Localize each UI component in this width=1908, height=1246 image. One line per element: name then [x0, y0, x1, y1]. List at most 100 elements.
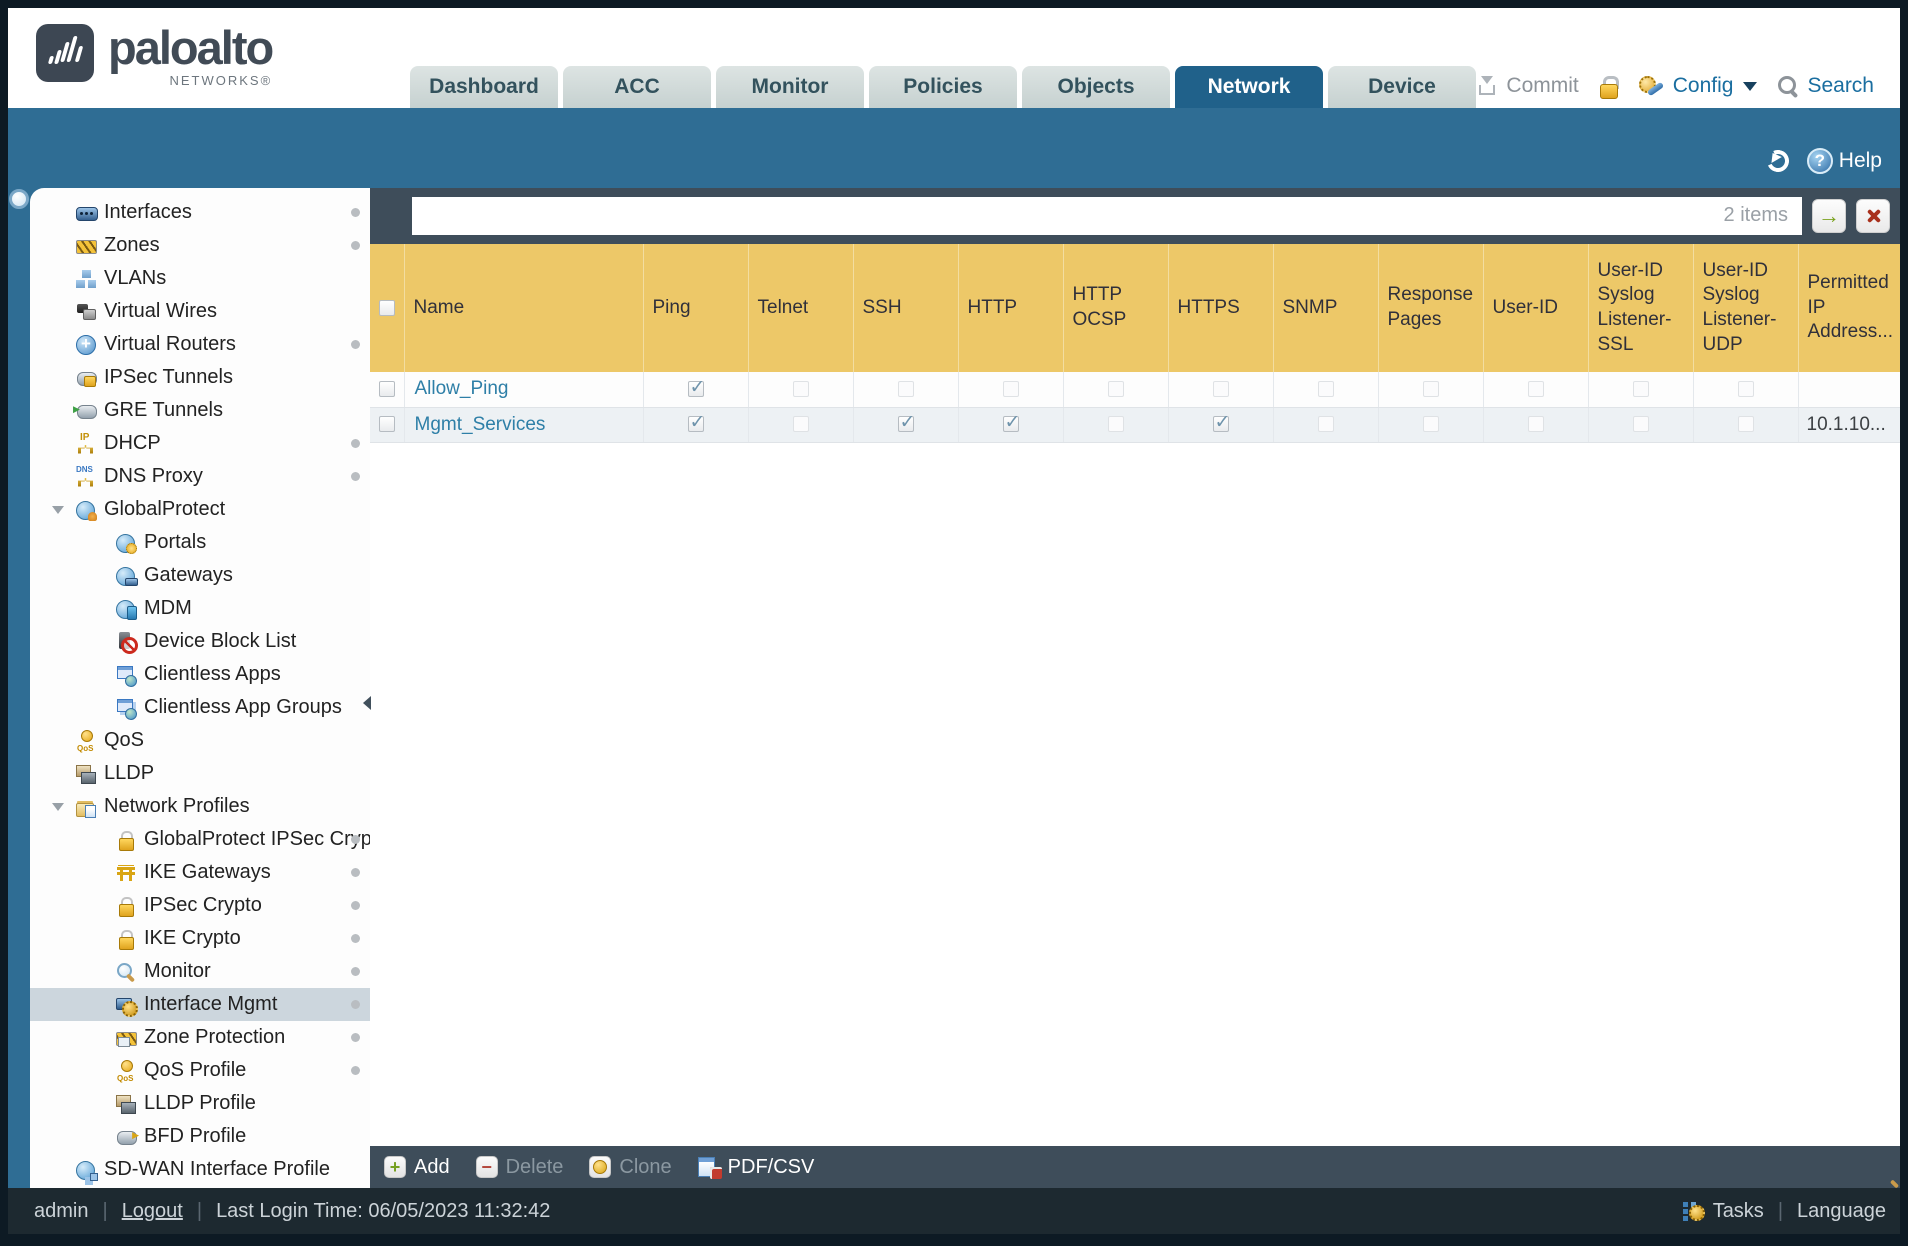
- sidebar-item-qos[interactable]: QoS: [30, 724, 370, 757]
- user-id-checkbox: [1527, 416, 1544, 433]
- left-gutter: [8, 188, 30, 1188]
- sidebar-item-virtual-wires[interactable]: Virtual Wires: [30, 295, 370, 328]
- filter-input[interactable]: [412, 197, 1802, 235]
- sidebar-item-sd-wan-interface-profile[interactable]: SD-WAN Interface Profile: [30, 1153, 370, 1186]
- logout-link[interactable]: Logout: [122, 1200, 183, 1223]
- brand-name: paloalto: [108, 21, 274, 74]
- col-http-ocsp[interactable]: HTTP OCSP: [1063, 244, 1169, 372]
- qos-icon: [116, 1059, 136, 1083]
- sidebar-item-clientless-apps[interactable]: Clientless Apps: [30, 658, 370, 691]
- sidebar-item-label: SD-WAN Interface Profile: [104, 1158, 330, 1180]
- search-button[interactable]: Search: [1777, 74, 1874, 98]
- commit-label: Commit: [1506, 74, 1579, 97]
- sidebar-item-device-block-list[interactable]: Device Block List: [30, 625, 370, 658]
- sidebar-item-zones[interactable]: Zones: [30, 229, 370, 262]
- sidebar-item-interfaces[interactable]: Interfaces: [30, 196, 370, 229]
- tab-objects[interactable]: Objects: [1022, 66, 1170, 108]
- sidebar-item-gateways[interactable]: Gateways: [30, 559, 370, 592]
- add-button[interactable]: + Add: [384, 1156, 450, 1179]
- col-user-id-syslog-listener-ssl[interactable]: User-ID Syslog Listener-SSL: [1588, 244, 1694, 372]
- sidebar-collapse-handle[interactable]: [363, 696, 371, 710]
- row-link[interactable]: Allow_Ping: [415, 378, 509, 399]
- tab-monitor[interactable]: Monitor: [716, 66, 864, 108]
- clear-filter-button[interactable]: [1856, 199, 1890, 233]
- tab-dashboard[interactable]: Dashboard: [410, 66, 558, 108]
- globalprotect-icon: [76, 500, 97, 521]
- sidebar-item-interface-mgmt[interactable]: Interface Mgmt: [30, 988, 370, 1021]
- row-checkbox[interactable]: [378, 381, 395, 398]
- select-all-checkbox[interactable]: [378, 299, 395, 316]
- sidebar-item-zone-protection[interactable]: Zone Protection: [30, 1021, 370, 1054]
- config-button[interactable]: Config: [1638, 74, 1758, 98]
- sidebar-item-ipsec-crypto[interactable]: IPSec Crypto: [30, 889, 370, 922]
- tab-acc[interactable]: ACC: [563, 66, 711, 108]
- col-https[interactable]: HTTPS: [1168, 244, 1274, 372]
- username: admin: [34, 1199, 89, 1222]
- sidebar-item-label: Virtual Wires: [104, 300, 217, 322]
- user-id-syslog-listener-udp-checkbox: [1737, 416, 1754, 433]
- sidebar-item-globalprotect-ipsec-crypto[interactable]: GlobalProtect IPSec Crypto: [30, 823, 370, 856]
- sidebar-item-ipsec-tunnels[interactable]: IPSec Tunnels: [30, 361, 370, 394]
- sidebar-item-vlans[interactable]: VLANs: [30, 262, 370, 295]
- table-header-row: Name Ping Telnet SSH HTTP HTTP OCSP HTTPS SNMP R…: [370, 244, 1900, 372]
- sidebar-item-virtual-routers[interactable]: Virtual Routers: [30, 328, 370, 361]
- sidebar-item-lldp[interactable]: LLDP: [30, 757, 370, 790]
- sidebar-item-lldp-profile[interactable]: LLDP Profile: [30, 1087, 370, 1120]
- clone-button[interactable]: Clone: [589, 1156, 672, 1179]
- col-user-id-syslog-listener-udp[interactable]: User-ID Syslog Listener-UDP: [1693, 244, 1799, 372]
- col-telnet[interactable]: Telnet: [748, 244, 854, 372]
- help-button[interactable]: ? Help: [1806, 148, 1882, 174]
- apply-filter-button[interactable]: →: [1812, 199, 1846, 233]
- search-icon: [378, 204, 402, 228]
- tab-policies[interactable]: Policies: [869, 66, 1017, 108]
- tab-device[interactable]: Device: [1328, 66, 1476, 108]
- sidebar-item-ike-crypto[interactable]: IKE Crypto: [30, 922, 370, 955]
- sidebar-item-gre-tunnels[interactable]: GRE Tunnels: [30, 394, 370, 427]
- toolbar-button-label: Add: [414, 1155, 450, 1178]
- sidebar-item-network-profiles[interactable]: Network Profiles: [30, 790, 370, 823]
- sidebar-item-dns-proxy[interactable]: DNS Proxy: [30, 460, 370, 493]
- tasks-button[interactable]: Tasks: [1713, 1200, 1764, 1223]
- pdf-csv-button[interactable]: PDF/CSV: [697, 1156, 814, 1179]
- https-checkbox: [1212, 411, 1230, 434]
- col-snmp[interactable]: SNMP: [1273, 244, 1379, 372]
- col-user-id[interactable]: User-ID: [1483, 244, 1589, 372]
- tab-network[interactable]: Network: [1175, 66, 1323, 108]
- close-icon: [1865, 208, 1881, 224]
- refresh-icon[interactable]: [1763, 146, 1792, 176]
- col-http[interactable]: HTTP: [958, 244, 1064, 372]
- status-dot: [351, 868, 360, 877]
- col-ssh[interactable]: SSH: [853, 244, 959, 372]
- sidebar-item-dhcp[interactable]: DHCP: [30, 427, 370, 460]
- user-id-syslog-listener-udp-checkbox: [1737, 381, 1754, 398]
- sidebar-item-mdm[interactable]: MDM: [30, 592, 370, 625]
- response-pages-checkbox: [1422, 416, 1439, 433]
- sidebar-item-label: Interface Mgmt: [144, 993, 278, 1015]
- sidebar-item-clientless-app-groups[interactable]: Clientless App Groups: [30, 691, 370, 724]
- lock-icon[interactable]: [1599, 74, 1619, 99]
- col-name[interactable]: Name: [404, 244, 644, 372]
- paloalto-logo-icon: [36, 24, 94, 82]
- expander-icon[interactable]: [52, 506, 64, 514]
- sidebar-item-portals[interactable]: Portals: [30, 526, 370, 559]
- commit-button[interactable]: Commit: [1476, 74, 1579, 98]
- sidebar-item-ike-gateways[interactable]: IKE Gateways: [30, 856, 370, 889]
- delete-button[interactable]: − Delete: [475, 1156, 563, 1179]
- expander-icon[interactable]: [52, 803, 64, 811]
- sidebar-item-label: QoS Profile: [144, 1059, 247, 1081]
- interface-mgmt-icon: [116, 995, 138, 1017]
- row-checkbox[interactable]: [378, 416, 395, 433]
- sidebar-item-bfd-profile[interactable]: BFD Profile: [30, 1120, 370, 1153]
- sidebar-item-globalprotect[interactable]: GlobalProtect: [30, 493, 370, 526]
- language-button[interactable]: Language: [1797, 1200, 1886, 1223]
- help-icon: ?: [1806, 148, 1833, 174]
- http-checkbox: [1002, 381, 1019, 398]
- sidebar-item-qos-profile[interactable]: QoS Profile: [30, 1054, 370, 1087]
- help-label: Help: [1838, 149, 1882, 172]
- col-response-pages[interactable]: Response Pages: [1378, 244, 1484, 372]
- row-link[interactable]: Mgmt_Services: [415, 414, 546, 435]
- telnet-checkbox: [792, 416, 809, 433]
- col-permitted-ip-address[interactable]: Permitted IP Address...: [1798, 244, 1900, 372]
- col-ping[interactable]: Ping: [643, 244, 749, 372]
- sidebar-item-monitor[interactable]: Monitor: [30, 955, 370, 988]
